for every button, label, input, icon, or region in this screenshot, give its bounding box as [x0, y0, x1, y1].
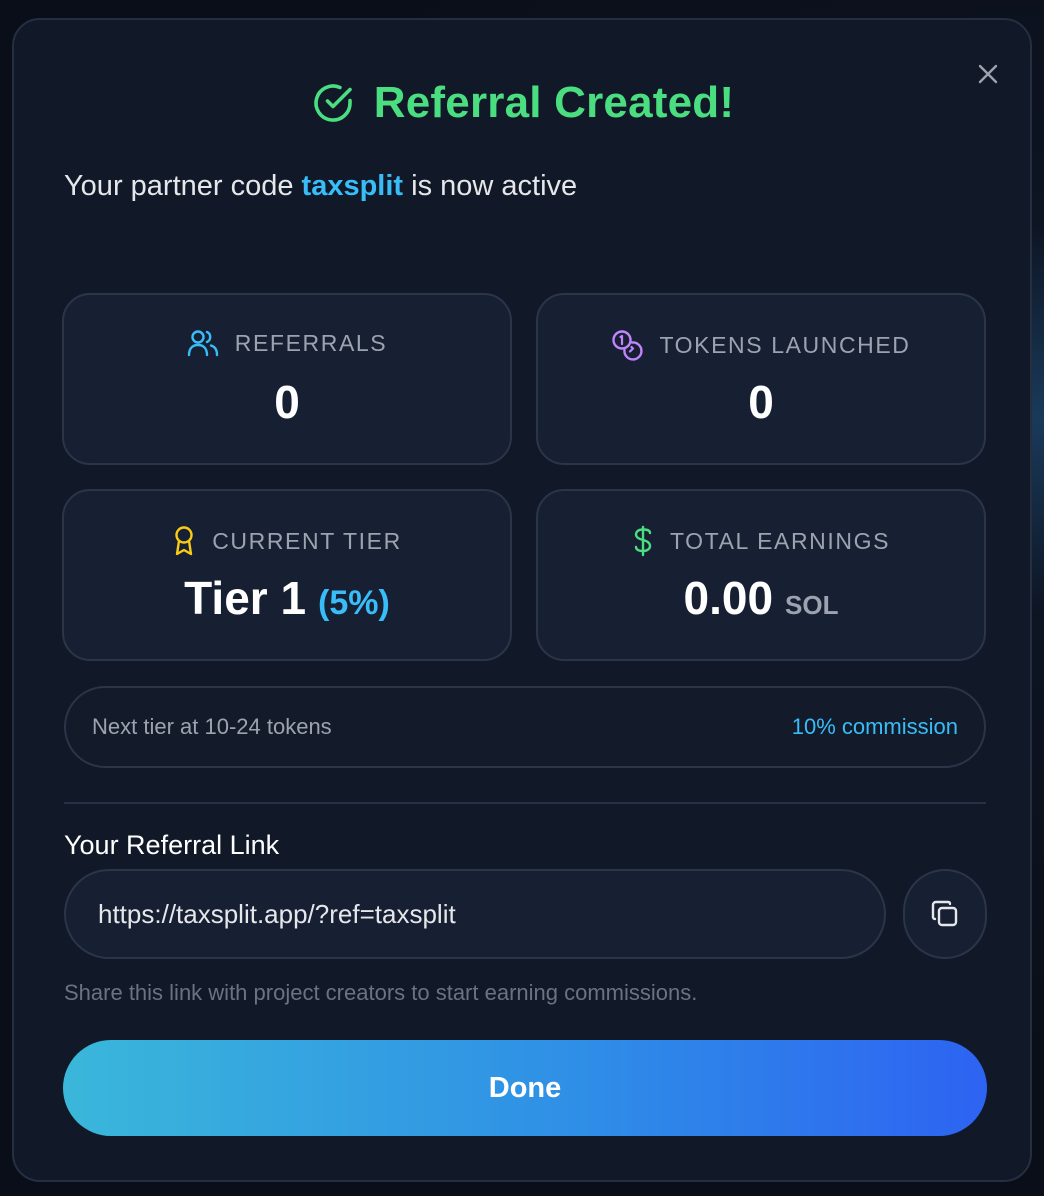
- total-earnings-unit: SOL: [785, 590, 839, 620]
- referral-link-value: https://taxsplit.app/?ref=taxsplit: [98, 898, 456, 929]
- check-circle-icon: [313, 84, 352, 122]
- tokens-launched-value: 0: [748, 376, 774, 428]
- current-tier-label: CURRENT TIER: [212, 527, 402, 554]
- referral-created-modal: Referral Created! Your partner code taxs…: [12, 18, 1032, 1182]
- done-button[interactable]: Done: [63, 1040, 987, 1136]
- referrals-value: 0: [274, 376, 300, 428]
- divider: [64, 802, 986, 804]
- subtitle-prefix: Your partner code: [64, 170, 294, 202]
- referrals-label: REFERRALS: [234, 329, 388, 356]
- subtitle: Your partner code taxsplit is now active: [64, 170, 577, 203]
- subtitle-suffix: is now active: [411, 170, 578, 202]
- total-earnings-value: 0.00: [683, 572, 774, 624]
- tokens-launched-label: TOKENS LAUNCHED: [659, 331, 911, 358]
- tokens-launched-card: TOKENS LAUNCHED 0: [536, 293, 986, 465]
- referral-link-label: Your Referral Link: [64, 830, 280, 860]
- referrals-card: REFERRALS 0: [62, 293, 512, 465]
- referral-link-field[interactable]: https://taxsplit.app/?ref=taxsplit: [64, 869, 886, 959]
- referral-link-hint: Share this link with project creators to…: [64, 980, 698, 1005]
- total-earnings-label: TOTAL EARNINGS: [669, 527, 891, 554]
- current-tier-value: Tier 1: [184, 572, 307, 624]
- partner-code: taxsplit: [301, 170, 404, 202]
- next-tier-text: Next tier at 10-24 tokens: [92, 714, 332, 739]
- dollar-icon: [634, 525, 652, 557]
- next-tier-commission: 10% commission: [791, 714, 958, 739]
- award-icon: [175, 526, 193, 556]
- current-tier-percent: (5%): [318, 584, 390, 622]
- copy-icon: [931, 900, 958, 927]
- total-earnings-card: TOTAL EARNINGS 0.00 SOL: [536, 489, 986, 661]
- users-icon: [187, 330, 218, 357]
- current-tier-card: CURRENT TIER Tier 1 (5%): [62, 489, 512, 661]
- modal-title: Referral Created!: [373, 78, 735, 127]
- tier-progress-bar: Next tier at 10-24 tokens 10% commission: [64, 686, 986, 768]
- coins-icon: [612, 330, 644, 361]
- modal-header: Referral Created!: [14, 78, 1030, 128]
- copy-link-button[interactable]: [903, 869, 987, 959]
